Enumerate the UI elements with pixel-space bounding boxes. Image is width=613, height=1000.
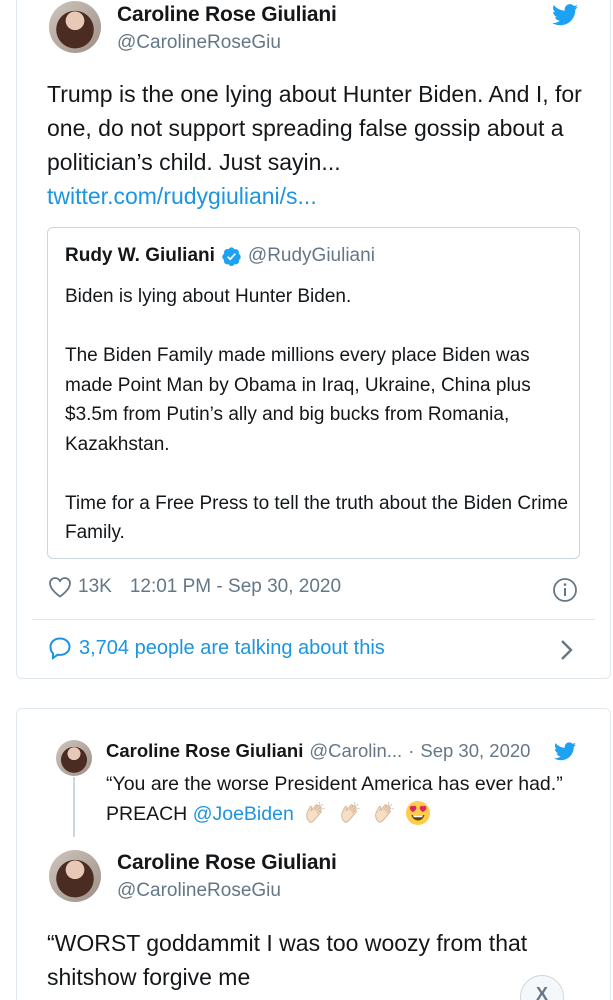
clapping-hands-emoji-icon [375, 801, 394, 823]
parent-tweet-body: “You are the worse President America has… [106, 773, 563, 825]
heart-eyes-emoji-icon [406, 801, 431, 825]
quoted-paragraph: Biden is lying about Hunter Biden. [65, 286, 352, 307]
thread-connector-line [73, 777, 75, 837]
speech-bubble-icon [49, 637, 71, 660]
tweet-meta: 13K 12:01 PM - Sep 30, 2020 [48, 576, 341, 598]
parent-author-name[interactable]: Caroline Rose Giuliani [106, 740, 303, 762]
mention-link[interactable]: @JoeBiden [193, 803, 294, 825]
author-handle[interactable]: @CarolineRoseGiu [117, 880, 281, 902]
conversation-link[interactable]: 3,704 people are talking about this [48, 636, 385, 660]
tweet-text: Trump is the one lying about Hunter Bide… [47, 77, 587, 213]
author-name[interactable]: Caroline Rose Giuliani [117, 851, 337, 875]
conversation-count: 3,704 people are talking about this [79, 636, 385, 659]
like-count[interactable]: 13K [78, 576, 112, 598]
quoted-tweet[interactable]: Rudy W. Giuliani @RudyGiuliani Biden is … [47, 227, 580, 559]
twitter-bird-icon[interactable] [554, 742, 576, 761]
parent-tweet-header: Caroline Rose Giuliani @Carolin... · Sep… [106, 740, 530, 762]
clapping-hands-emoji-icon [306, 801, 325, 823]
chevron-right-icon[interactable] [558, 638, 576, 662]
verified-badge-icon [222, 246, 241, 266]
author-handle[interactable]: @CarolineRoseGiu [117, 32, 281, 54]
tweet-text: “WORST goddammit I was too woozy from th… [47, 930, 528, 990]
tweet-body: Trump is the one lying about Hunter Bide… [47, 81, 582, 175]
info-icon[interactable] [552, 577, 578, 603]
quoted-paragraph: Time for a Free Press to tell the truth … [65, 492, 569, 544]
parent-author-handle[interactable]: @Carolin... [309, 740, 402, 762]
quoted-paragraph: The Biden Family made millions every pla… [65, 345, 531, 455]
tweet-link[interactable]: twitter.com/rudygiuliani/s... [47, 179, 587, 213]
tweet-timestamp[interactable]: 12:01 PM - Sep 30, 2020 [130, 576, 341, 598]
parent-tweet-text: “You are the worse President America has… [106, 769, 586, 829]
separator-dot: · [408, 740, 415, 761]
quoted-tweet-text: Biden is lying about Hunter Biden. The B… [65, 282, 575, 548]
author-avatar[interactable] [49, 1, 101, 53]
quoted-author-handle: @RudyGiuliani [247, 245, 375, 266]
twitter-bird-icon[interactable] [552, 4, 578, 26]
quoted-author-name: Rudy W. Giuliani [65, 245, 215, 266]
author-avatar[interactable] [49, 850, 101, 902]
heart-icon[interactable] [48, 576, 72, 598]
divider [32, 619, 595, 620]
parent-author-avatar[interactable] [56, 740, 92, 776]
quoted-tweet-header: Rudy W. Giuliani @RudyGiuliani [65, 245, 375, 267]
author-name[interactable]: Caroline Rose Giuliani [117, 3, 337, 27]
clapping-hands-emoji-icon [340, 801, 360, 823]
parent-tweet-date[interactable]: Sep 30, 2020 [420, 740, 530, 762]
